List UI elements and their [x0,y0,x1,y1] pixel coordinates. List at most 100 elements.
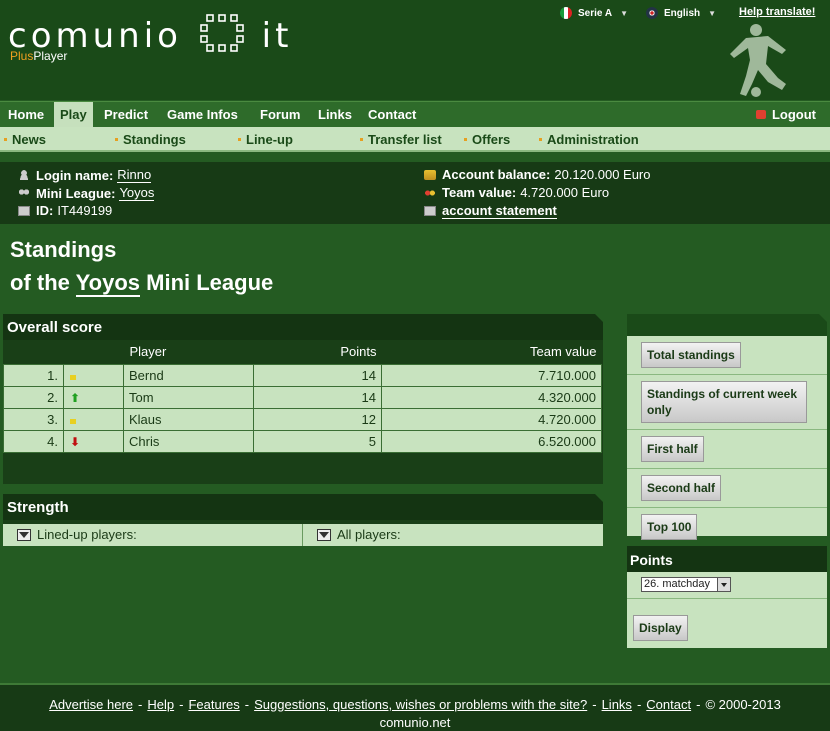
team-value-cell: 4.720.000 [381,407,602,431]
col-trend [63,340,124,364]
title-prefix: of the [10,270,70,295]
rank-cell: 2. [3,385,64,409]
table-header-row: Player Points Team value [3,340,602,364]
money-icon [424,169,436,180]
first-half-button[interactable]: First half [641,436,704,462]
id-card-icon [18,205,30,216]
footer: Advertise here - Help - Features - Suggestions… [0,683,830,731]
subnav-line-up[interactable]: Line-up [238,127,293,152]
points-cell: 14 [253,385,382,409]
points-panel: Points 26. matchday Display [627,546,827,648]
sidebar-row: Standings of current week only [627,374,827,429]
trend-same-icon [70,374,76,380]
id-label: ID: [36,203,54,218]
nav-forum[interactable]: Forum [254,102,307,128]
mini-league-link[interactable]: Yoyos [119,185,155,201]
player-cell[interactable]: Klaus [123,407,254,431]
chevron-down-icon: ▼ [708,8,717,18]
logout-icon [755,110,766,119]
trend-up-icon: ⬆ [70,390,81,405]
points-cell: 14 [253,363,382,387]
main-nav: Home Play Predict Game Infos Forum Links… [0,101,830,128]
plusplayer-tag: PlusPlayer [10,49,67,63]
top-100-button[interactable]: Top 100 [641,514,698,540]
subnav-administration[interactable]: Administration [539,127,639,152]
player-cell[interactable]: Tom [123,385,254,409]
nav-contact[interactable]: Contact [362,102,423,128]
strength-row: Lined-up players: All players: [3,524,603,546]
language-select[interactable]: English ▼ [646,7,716,19]
lined-up-label: Lined-up players: [37,527,137,542]
table-row: 4. ⬇ Chris 5 6.520.000 [3,429,602,453]
footer-advertise-link[interactable]: Advertise here [49,697,133,712]
account-statement-link[interactable]: account statement [442,203,557,219]
points-heading: Points [627,546,827,572]
nav-play[interactable]: Play [54,102,93,128]
page-subtitle: of the Yoyos Mini League [10,270,274,297]
footer-site: comunio.net [379,715,451,730]
subnav-standings[interactable]: Standings [115,127,186,152]
nav-predict[interactable]: Predict [98,102,155,128]
logout-button[interactable]: Logout [753,102,820,128]
footer-links-link[interactable]: Links [602,697,632,712]
login-name-link[interactable]: Rinno [117,167,152,183]
team-value-cell: 4.320.000 [381,385,602,409]
title-suffix: Mini League [146,270,274,295]
id-row: ID: IT449199 [18,203,112,218]
title-league-link[interactable]: Yoyos [75,270,140,297]
trend-same-icon [70,418,76,424]
user-icon [18,170,30,180]
chevron-down-icon [717,578,730,591]
subnav-offers[interactable]: Offers [464,127,510,152]
points-cell: 12 [253,407,382,431]
total-standings-button[interactable]: Total standings [641,342,741,368]
italy-flag-icon [560,7,572,19]
col-team-value[interactable]: Team value [381,340,602,364]
account-info: Login name: Rinno Mini League: Yoyos ID:… [0,162,830,224]
nav-home[interactable]: Home [2,102,51,128]
table-row: 3. Klaus 12 4.720.000 [3,407,602,431]
col-player[interactable]: Player [123,340,254,364]
points-select-row: 26. matchday [627,572,827,598]
display-button[interactable]: Display [633,615,688,641]
player-cell[interactable]: Chris [123,429,254,453]
account-balance-value: 20.120.000 Euro [554,167,651,182]
second-half-button[interactable]: Second half [641,475,722,501]
strength-heading: Strength [3,494,603,520]
standings-body: 1. Bernd 14 7.710.000 2. ⬆ Tom 14 4.320.000 3. Kla… [3,363,602,453]
current-week-button[interactable]: Standings of current week only [641,381,807,423]
matchday-select[interactable]: 26. matchday [641,577,731,592]
football-player-icon [716,20,796,103]
col-rank [3,340,64,364]
nav-game-infos[interactable]: Game Infos [161,102,244,128]
team-icon [424,187,436,198]
subnav-news[interactable]: News [4,127,46,152]
footer-contact-link[interactable]: Contact [646,697,691,712]
uk-flag-icon [646,7,659,19]
page-title: Standings [10,237,117,262]
league-select[interactable]: Serie A ▼ [560,7,628,19]
player-text: Player [33,49,68,63]
footer-links: Advertise here - Help - Features - Suggestions… [49,697,781,712]
player-cell[interactable]: Bernd [123,363,254,387]
nav-links[interactable]: Links [312,102,358,128]
footer-suggestions-link[interactable]: Suggestions, questions, wishes or proble… [254,697,587,712]
rank-cell: 4. [3,429,64,453]
footer-features-link[interactable]: Features [188,697,239,712]
language-select-label: English [664,7,701,19]
footer-help-link[interactable]: Help [147,697,174,712]
lined-up-expander[interactable]: Lined-up players: [17,524,137,546]
group-icon [18,188,30,198]
expand-arrow-icon [17,529,31,541]
trend-cell [63,407,124,431]
standings-table: Player Points Team value 1. Bernd 14 7.710.… [3,340,602,453]
col-points[interactable]: Points [253,340,382,364]
help-translate-link[interactable]: Help translate! [739,6,815,18]
points-cell: 5 [253,429,382,453]
strength-divider [302,524,303,546]
standings-type-sidebar: Total standings Standings of current wee… [627,314,827,540]
trend-cell [63,363,124,387]
team-value-label: Team value: [442,185,517,200]
all-players-expander[interactable]: All players: [317,524,401,546]
subnav-transfer-list[interactable]: Transfer list [360,127,442,152]
